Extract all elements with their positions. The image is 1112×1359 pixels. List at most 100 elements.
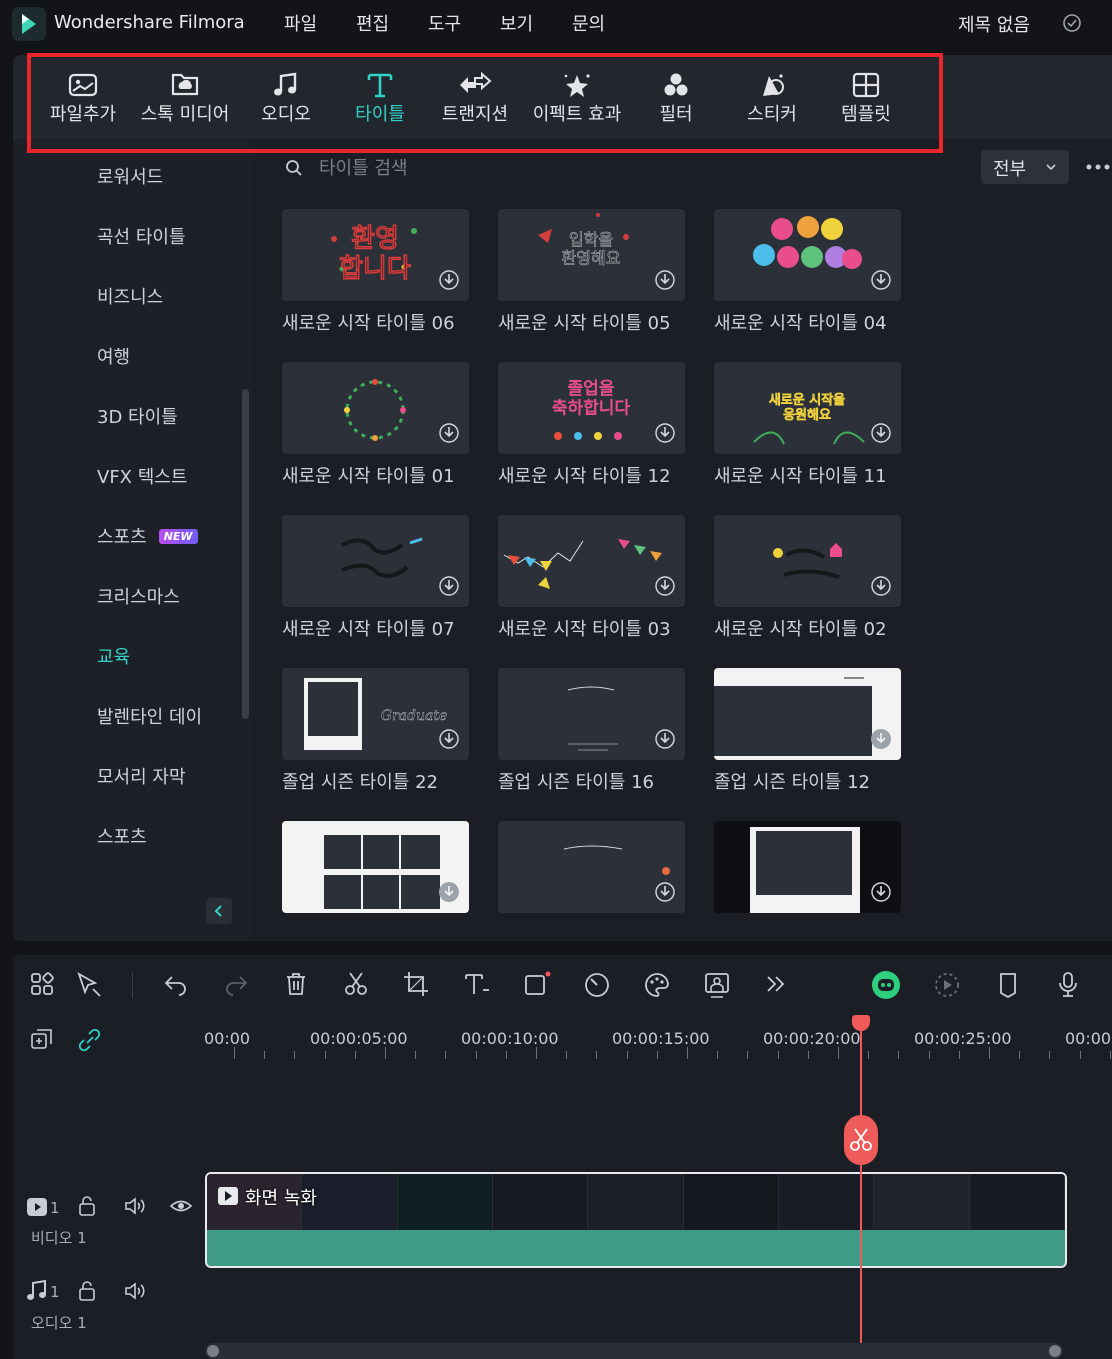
download-icon[interactable] <box>871 728 891 750</box>
menu-view[interactable]: 보기 <box>500 10 572 36</box>
title-card[interactable] <box>714 821 901 913</box>
lock-icon[interactable] <box>77 1195 97 1217</box>
sidebar-scrollbar[interactable] <box>242 389 249 719</box>
sidebar-item-sports[interactable]: 스포츠 NEW <box>97 523 198 549</box>
title-card[interactable]: Graduate 졸업 시즌 타이틀 22 <box>282 668 469 794</box>
palette-icon[interactable] <box>643 971 671 999</box>
audio-track-label: 오디오 1 <box>31 1314 87 1332</box>
marker-icon[interactable] <box>995 971 1021 999</box>
ruler-tick <box>717 1051 719 1059</box>
chevron-double-right-icon[interactable] <box>763 971 789 997</box>
ai-portrait-icon[interactable] <box>703 971 731 999</box>
link-icon[interactable] <box>77 1027 103 1053</box>
title-card[interactable] <box>498 821 685 913</box>
sidebar-item-sports-2[interactable]: 스포츠 <box>97 823 147 849</box>
time-ruler[interactable]: 00:00 00:00:05:00 00:00:10:00 00:00:15:0… <box>204 1015 1112 1065</box>
menu-tools[interactable]: 도구 <box>428 10 500 36</box>
scissors-icon <box>850 1128 872 1151</box>
ai-copilot-icon[interactable] <box>870 969 902 1001</box>
title-card[interactable]: 졸업 시즌 타이틀 16 <box>498 668 685 794</box>
category-filter-select[interactable]: 전부 <box>981 150 1069 184</box>
text-tool-icon[interactable] <box>463 971 491 997</box>
download-icon[interactable] <box>655 728 675 750</box>
download-icon[interactable] <box>439 881 459 903</box>
scissors-icon[interactable] <box>343 971 369 997</box>
title-card[interactable]: 입학을 환영해요 새로운 시작 타이틀 05 <box>498 209 685 335</box>
menu-edit[interactable]: 편집 <box>356 10 428 36</box>
title-card[interactable]: 새로운 시작 타이틀 07 <box>282 515 469 641</box>
timeline-horizontal-scrollbar[interactable] <box>205 1343 1063 1359</box>
microphone-icon[interactable] <box>1055 971 1081 999</box>
clip-frame <box>683 1174 779 1230</box>
download-icon[interactable] <box>655 575 675 597</box>
speaker-icon[interactable] <box>123 1280 147 1302</box>
sidebar-item-3d-titles[interactable]: 3D 타이틀 <box>97 403 178 429</box>
title-card[interactable]: 졸업 시즌 타이틀 12 <box>714 668 901 794</box>
undo-icon[interactable] <box>163 971 189 997</box>
download-icon[interactable] <box>871 575 891 597</box>
download-icon[interactable] <box>439 728 459 750</box>
redo-icon[interactable] <box>223 971 249 997</box>
ruler-tick <box>777 1051 779 1059</box>
menu-help[interactable]: 문의 <box>572 10 644 36</box>
download-icon[interactable] <box>871 422 891 444</box>
color-rectangle-icon[interactable] <box>523 971 551 999</box>
sidebar-item-travel[interactable]: 여행 <box>97 343 130 369</box>
add-track-icon[interactable] <box>29 1027 55 1053</box>
sidebar-item-lower-thirds[interactable]: 로워서드 <box>97 163 163 189</box>
video-clip[interactable]: 화면 녹화 <box>205 1172 1067 1268</box>
save-status-icon[interactable] <box>1062 13 1082 37</box>
speed-icon[interactable] <box>583 971 611 999</box>
download-icon[interactable] <box>871 269 891 291</box>
title-card[interactable]: 새로운 시작을 응원해요 새로운 시작 타이틀 11 <box>714 362 901 488</box>
lock-icon[interactable] <box>77 1280 97 1302</box>
download-icon[interactable] <box>655 269 675 291</box>
scroll-handle-left[interactable] <box>207 1345 219 1357</box>
track-headers: 1 비디오 1 1 오디오 1 <box>13 1015 204 1359</box>
title-card[interactable]: 새로운 시작 타이틀 04 <box>714 209 901 335</box>
timeline: 1 비디오 1 1 오디오 1 00:00 00:00:05:00 00:00:… <box>13 1015 1112 1359</box>
render-preview-icon[interactable] <box>933 971 961 999</box>
scroll-handle-right[interactable] <box>1049 1345 1061 1357</box>
sidebar-item-curved-titles[interactable]: 곡선 타이틀 <box>97 223 186 249</box>
eye-icon[interactable] <box>169 1197 193 1215</box>
delete-icon[interactable] <box>283 971 309 997</box>
download-icon[interactable] <box>439 422 459 444</box>
sidebar-item-corner-captions[interactable]: 모서리 자막 <box>97 763 186 789</box>
ruler-tick <box>928 1051 930 1059</box>
collapse-sidebar-button[interactable] <box>206 898 232 924</box>
sidebar-item-business[interactable]: 비즈니스 <box>97 283 163 309</box>
search-input[interactable] <box>319 155 619 181</box>
sidebar-item-valentines[interactable]: 발렌타인 데이 <box>97 703 202 729</box>
ruler-tick <box>505 1051 507 1059</box>
download-icon[interactable] <box>439 269 459 291</box>
speaker-icon[interactable] <box>123 1195 147 1217</box>
title-card[interactable] <box>282 821 469 913</box>
download-icon[interactable] <box>871 881 891 903</box>
title-card[interactable]: 환영 합니다 새로운 시작 타이틀 06 <box>282 209 469 335</box>
sidebar-item-christmas[interactable]: 크리스마스 <box>97 583 180 609</box>
layout-grid-icon[interactable] <box>29 971 55 997</box>
title-card[interactable]: 새로운 시작 타이틀 01 <box>282 362 469 488</box>
sidebar-item-education[interactable]: 교육 <box>97 643 130 669</box>
ruler-tick <box>385 1047 386 1059</box>
more-options-icon[interactable] <box>1085 163 1111 171</box>
title-card[interactable]: 졸업을 축하합니다 새로운 시작 타이틀 12 <box>498 362 685 488</box>
project-title[interactable]: 제목 없음 <box>958 11 1030 37</box>
split-at-playhead-button[interactable] <box>844 1115 878 1165</box>
playhead[interactable] <box>860 1015 862 1359</box>
title-thumbnail: 환영 합니다 <box>282 209 469 301</box>
title-card[interactable]: 새로운 시작 타이틀 03 <box>498 515 685 641</box>
menu-file[interactable]: 파일 <box>284 10 356 36</box>
title-thumbnail: 입학을 환영해요 <box>498 209 685 301</box>
download-icon[interactable] <box>655 881 675 903</box>
download-icon[interactable] <box>655 422 675 444</box>
title-card-label: 새로운 시작 타이틀 06 <box>282 313 455 334</box>
ruler-label: 00:00:25:00 <box>914 1029 1012 1048</box>
title-card[interactable]: 새로운 시작 타이틀 02 <box>714 515 901 641</box>
sidebar-item-vfx-text[interactable]: VFX 텍스트 <box>97 463 187 489</box>
crop-icon[interactable] <box>403 971 429 997</box>
download-icon[interactable] <box>439 575 459 597</box>
select-arrow-icon[interactable] <box>75 971 103 999</box>
video-track-icon <box>27 1198 47 1216</box>
